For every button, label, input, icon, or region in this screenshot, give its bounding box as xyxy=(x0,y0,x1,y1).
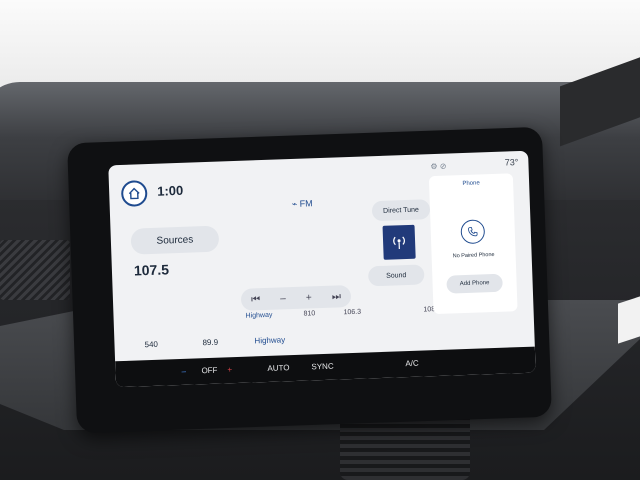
seek-back-button[interactable]: ⏮ xyxy=(251,294,260,305)
sound-button[interactable]: Sound xyxy=(367,264,425,287)
phone-status: No Paired Phone xyxy=(452,251,495,260)
tune-down-button[interactable]: – xyxy=(280,293,286,304)
direct-tune-button[interactable]: Direct Tune xyxy=(371,199,431,222)
frequency-display: 107.5 xyxy=(133,261,170,279)
sync-button[interactable]: SYNC xyxy=(311,362,334,372)
station-art xyxy=(382,224,416,260)
scale-tick: 810 xyxy=(303,310,316,318)
status-icons: ⚙ ⊘ xyxy=(430,161,447,172)
clock: 1:00 xyxy=(156,182,184,199)
scale-station: Highway xyxy=(245,311,273,320)
temp-down-button[interactable]: – xyxy=(181,367,186,376)
home-button[interactable] xyxy=(120,180,148,207)
band-label: FM xyxy=(299,198,313,209)
phone-button[interactable] xyxy=(460,219,486,245)
phone-icon xyxy=(468,227,478,237)
add-phone-button[interactable]: Add Phone xyxy=(446,273,503,294)
tune-up-button[interactable]: + xyxy=(306,292,312,303)
radio-tower-icon xyxy=(393,236,405,250)
outside-temperature: 73° xyxy=(504,157,519,168)
window-sticker xyxy=(618,296,640,344)
car-interior-photo: 1:00 ⚙ ⊘ 73° ⌁ FM Sources 107.5 Direct T… xyxy=(0,0,640,480)
scale-tick: 106.3 xyxy=(343,308,362,317)
phone-title: Phone xyxy=(462,180,480,188)
tuning-controls: ⏮ – + ⏭ xyxy=(240,285,352,311)
preset-item[interactable]: 540 xyxy=(144,340,158,349)
preset-item[interactable]: Highway xyxy=(254,335,285,345)
sources-button[interactable]: Sources xyxy=(130,225,220,255)
left-air-vent xyxy=(0,240,70,300)
auto-button[interactable]: AUTO xyxy=(267,363,289,373)
ac-button[interactable]: A/C xyxy=(405,359,419,368)
broadcast-icon: ⌁ xyxy=(291,198,298,210)
climate-off-button[interactable]: OFF xyxy=(201,366,217,376)
infotainment-screen: 1:00 ⚙ ⊘ 73° ⌁ FM Sources 107.5 Direct T… xyxy=(108,150,536,388)
temp-up-button[interactable]: + xyxy=(227,365,232,374)
seek-forward-button[interactable]: ⏭ xyxy=(332,291,341,302)
phone-panel: Phone No Paired Phone Add Phone xyxy=(428,173,518,315)
home-icon xyxy=(128,187,140,200)
preset-item[interactable]: 89.9 xyxy=(202,338,218,348)
radio-band: ⌁ FM xyxy=(292,198,313,210)
